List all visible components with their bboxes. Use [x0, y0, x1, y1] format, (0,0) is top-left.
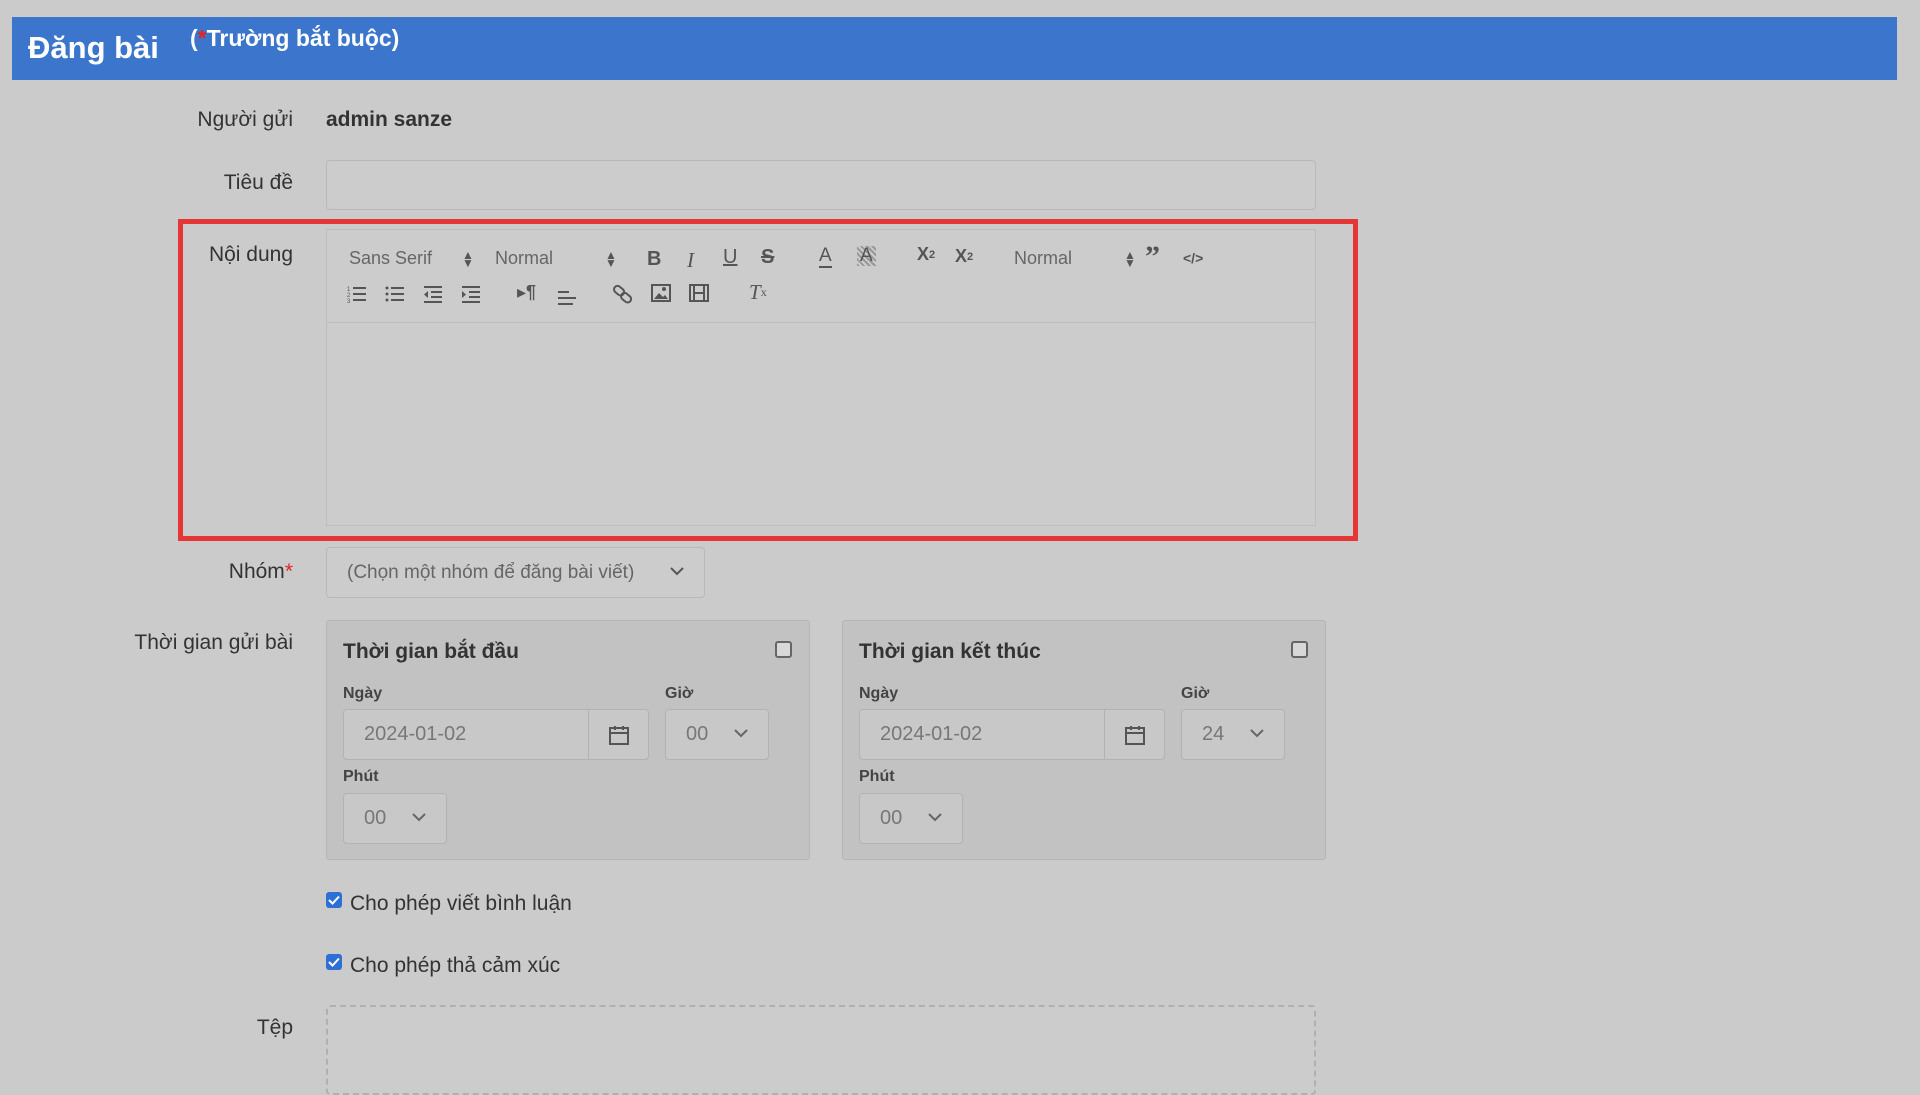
start-minute-label: Phút [343, 768, 379, 785]
allow-reactions-label: Cho phép thả cảm xúc [350, 954, 561, 977]
page-header: Đăng bài (*Trường bắt buộc) [12, 17, 1897, 80]
chevron-down-icon [412, 813, 426, 822]
highlight-frame [178, 219, 1358, 541]
calendar-icon[interactable] [588, 710, 648, 759]
start-hour-label: Giờ [665, 685, 694, 702]
end-time-checkbox[interactable] [1291, 641, 1308, 658]
page-title: Đăng bài [28, 30, 159, 65]
group-select[interactable]: (Chọn một nhóm để đăng bài viết) [326, 547, 705, 598]
chevron-down-icon [1250, 729, 1264, 738]
chevron-down-icon [670, 567, 684, 576]
end-time-title: Thời gian kết thúc [859, 640, 1041, 663]
check-icon [328, 895, 340, 905]
calendar-icon[interactable] [1104, 710, 1164, 759]
file-dropzone[interactable] [326, 1005, 1316, 1095]
allow-reactions-checkbox[interactable] [326, 954, 342, 970]
required-note: (*Trường bắt buộc) [190, 25, 400, 51]
sender-value: admin sanze [326, 108, 453, 131]
allow-comments-option[interactable]: Cho phép viết bình luận [326, 892, 572, 916]
allow-comments-label: Cho phép viết bình luận [350, 892, 572, 915]
file-label: Tệp [256, 1016, 293, 1039]
schedule-label: Thời gian gửi bài [134, 631, 293, 654]
check-icon [328, 957, 340, 967]
allow-reactions-option[interactable]: Cho phép thả cảm xúc [326, 954, 560, 978]
end-minute-select[interactable]: 00 [859, 793, 963, 844]
start-date-input[interactable]: 2024-01-02 [343, 709, 649, 760]
end-minute-label: Phút [859, 768, 895, 785]
start-time-panel: Thời gian bắt đầu Ngày 2024-01-02 Giờ 00… [326, 620, 810, 860]
title-input[interactable] [326, 160, 1316, 210]
start-time-checkbox[interactable] [775, 641, 792, 658]
end-hour-select[interactable]: 24 [1181, 709, 1285, 760]
chevron-down-icon [734, 729, 748, 738]
start-hour-select[interactable]: 00 [665, 709, 769, 760]
title-label: Tiêu đề [223, 171, 293, 194]
start-date-label: Ngày [343, 685, 383, 702]
end-date-input[interactable]: 2024-01-02 [859, 709, 1165, 760]
end-time-panel: Thời gian kết thúc Ngày 2024-01-02 Giờ 2… [842, 620, 1326, 860]
start-minute-select[interactable]: 00 [343, 793, 447, 844]
chevron-down-icon [928, 813, 942, 822]
allow-comments-checkbox[interactable] [326, 892, 342, 908]
start-time-title: Thời gian bắt đầu [343, 640, 519, 663]
end-date-label: Ngày [859, 685, 899, 702]
group-label: Nhóm* [228, 560, 293, 583]
sender-label: Người gửi [197, 108, 293, 131]
end-hour-label: Giờ [1181, 685, 1210, 702]
